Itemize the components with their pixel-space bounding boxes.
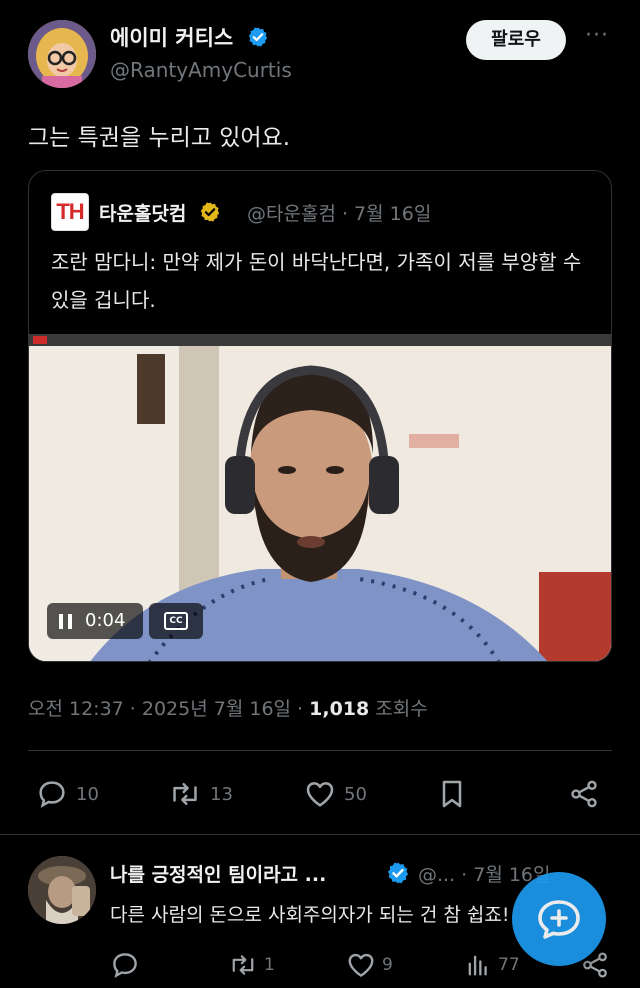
share-button[interactable] xyxy=(568,776,600,812)
timestamp-text[interactable]: 오전 12:37 · 2025년 7월 16일 · xyxy=(28,698,309,720)
quoted-display-name[interactable]: 타운홀닷컴 xyxy=(99,199,221,226)
repost-icon xyxy=(173,782,197,806)
reply-like-count: 9 xyxy=(382,955,393,975)
reply-repost-button[interactable]: 1 xyxy=(228,950,275,980)
follow-button[interactable]: 팔로우 xyxy=(466,20,566,60)
verified-badge-icon xyxy=(248,27,267,47)
like-button[interactable]: 50 xyxy=(304,776,367,812)
bookmark-icon xyxy=(442,780,462,808)
divider xyxy=(0,834,640,835)
reply-name-text[interactable]: 나를 긍정적인 팀이라고 ... xyxy=(110,864,326,886)
heart-icon xyxy=(348,953,374,977)
author-display-name[interactable]: 에이미 커티스 xyxy=(110,22,269,52)
author-avatar[interactable] xyxy=(28,20,96,88)
reply-reply-button[interactable] xyxy=(110,950,146,980)
like-count: 50 xyxy=(344,783,367,805)
reply-display-name[interactable]: 나를 긍정적인 팀이라고 ... xyxy=(110,860,326,887)
views-label: 조회수 xyxy=(369,698,428,720)
video-playback-control[interactable]: 0:04 xyxy=(47,603,143,639)
divider xyxy=(28,750,612,751)
more-options-icon[interactable]: ··· xyxy=(582,25,612,50)
quoted-tweet-card[interactable]: TH 타운홀닷컴 @타운홀컴 · 7월 16일 조란 맘다니: 만약 제가 돈이… xyxy=(28,170,612,662)
quoted-tweet-text: 조란 맘다니: 만약 제가 돈이 바닥난다면, 가족이 저를 부양할 수 있을 … xyxy=(51,250,582,312)
reply-author-avatar[interactable] xyxy=(28,856,96,924)
quoted-handle-date[interactable]: @타운홀컴 · 7월 16일 xyxy=(247,199,431,226)
quoted-account-logo[interactable]: TH xyxy=(51,193,89,231)
heart-icon xyxy=(306,782,334,807)
repost-button[interactable]: 13 xyxy=(168,776,233,812)
video-time: 0:04 xyxy=(85,610,126,631)
captions-button[interactable]: CC xyxy=(149,603,203,639)
tweet-text: 그는 특권을 누리고 있어요. xyxy=(28,125,291,151)
captions-icon: CC xyxy=(164,612,188,630)
author-handle[interactable]: @RantyAmyCurtis xyxy=(110,58,292,82)
reply-repost-count: 1 xyxy=(264,955,275,975)
quoted-name-text[interactable]: 타운홀닷컴 xyxy=(99,203,186,225)
reply-icon xyxy=(113,953,137,979)
chat-bubble-plus-icon xyxy=(538,900,580,939)
reply-button[interactable]: 10 xyxy=(36,776,99,812)
reply-text: 다른 사람의 돈으로 사회주의자가 되는 건 참 쉽죠! xyxy=(110,904,510,926)
pause-icon[interactable] xyxy=(59,614,73,629)
bookmark-button[interactable] xyxy=(436,776,468,812)
views-count: 1,018 xyxy=(309,698,370,720)
reply-like-button[interactable]: 9 xyxy=(346,950,393,980)
tweet-timestamp: 오전 12:37 · 2025년 7월 16일 · 1,018 조회수 xyxy=(28,694,428,721)
reply-icon xyxy=(39,781,65,808)
share-icon xyxy=(571,780,597,808)
repost-icon xyxy=(232,955,254,975)
analytics-icon xyxy=(468,955,487,976)
verified-badge-icon xyxy=(387,862,409,884)
reply-count: 10 xyxy=(76,783,99,805)
repost-count: 13 xyxy=(210,783,233,805)
author-name-text[interactable]: 에이미 커티스 xyxy=(110,26,233,50)
compose-reply-button[interactable] xyxy=(512,872,606,966)
gold-verified-badge-icon xyxy=(200,202,220,222)
